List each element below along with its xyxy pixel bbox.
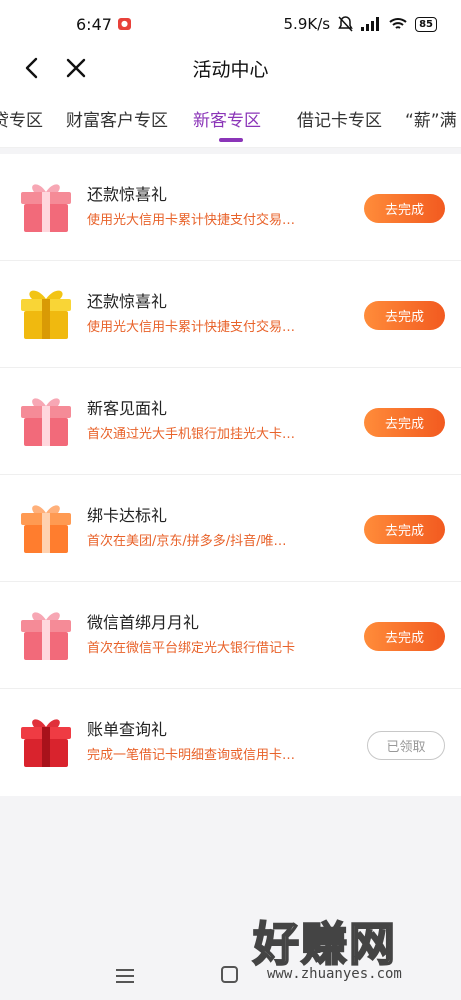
go-complete-button[interactable]: 去完成 [364, 622, 445, 651]
battery-level: 85 [415, 16, 437, 32]
close-icon[interactable] [64, 56, 88, 80]
list-item: 绑卡达标礼 首次在美团/京东/拼多多/抖音/唯… 去完成 [0, 475, 461, 582]
go-complete-button[interactable]: 去完成 [364, 515, 445, 544]
gold-gift-icon [16, 283, 76, 343]
go-complete-button[interactable]: 去完成 [364, 194, 445, 223]
pink-gift-icon [16, 390, 76, 450]
task-title: 新客见面礼 [87, 399, 168, 418]
task-title: 账单查询礼 [87, 720, 168, 739]
list-item: 新客见面礼 首次通过光大手机银行加挂光大卡… 去完成 [0, 368, 461, 475]
nav-bar: 活动中心 [0, 48, 461, 88]
list-item: 微信首绑月月礼 首次在微信平台绑定光大银行借记卡 去完成 [0, 582, 461, 689]
tab-new-customer[interactable]: 新客专区 [193, 106, 261, 131]
task-title: 绑卡达标礼 [87, 506, 168, 525]
tab-debit-card[interactable]: 借记卡专区 [297, 106, 382, 131]
notification-badge-icon: ● [117, 18, 131, 30]
status-time: 6:47 [76, 14, 112, 34]
active-tab-indicator [219, 138, 243, 142]
list-item: 还款惊喜礼 使用光大信用卡累计快捷支付交易… 去完成 [0, 154, 461, 261]
task-desc: 使用光大信用卡累计快捷支付交易… [87, 320, 296, 335]
network-speed: 5.9K/s [283, 15, 331, 33]
wifi-icon [389, 17, 407, 31]
task-desc: 使用光大信用卡累计快捷支付交易… [87, 213, 296, 228]
pink-gift-icon [16, 604, 76, 664]
watermark-url: www.zhuanyes.com [267, 966, 402, 982]
status-bar: 6:47 ● 5.9K/s 85 [0, 0, 461, 48]
tab-wealth[interactable]: 财富客户专区 [66, 106, 168, 131]
tab-loan[interactable]: 贷专区 [0, 106, 43, 131]
task-desc: 完成一笔借记卡明细查询或信用卡… [87, 748, 296, 763]
list-item: 账单查询礼 完成一笔借记卡明细查询或信用卡… 已领取 [0, 689, 461, 796]
claimed-button[interactable]: 已领取 [367, 731, 445, 760]
menu-icon[interactable] [116, 968, 134, 983]
pink-gift-icon [16, 176, 76, 236]
task-desc: 首次通过光大手机银行加挂光大卡… [87, 427, 296, 442]
orange-gift-icon [16, 497, 76, 557]
home-square-icon[interactable] [221, 966, 238, 983]
go-complete-button[interactable]: 去完成 [364, 408, 445, 437]
top-area: 6:47 ● 5.9K/s 85 活动中心 贷专区 财富客户专区 新 [0, 0, 461, 148]
task-title: 还款惊喜礼 [87, 185, 168, 204]
go-complete-button[interactable]: 去完成 [364, 301, 445, 330]
back-arrow-icon[interactable] [20, 56, 44, 80]
task-title: 微信首绑月月礼 [87, 613, 200, 632]
signal-icon [361, 17, 381, 31]
task-desc: 首次在美团/京东/拼多多/抖音/唯… [87, 534, 287, 549]
tab-salary[interactable]: “薪”满 [405, 106, 457, 131]
tab-bar: 贷专区 财富客户专区 新客专区 借记卡专区 “薪”满 [0, 88, 461, 148]
mute-bell-icon [338, 16, 353, 32]
red-gift-icon [16, 711, 76, 771]
watermark-logo: 好赚网 [252, 916, 397, 972]
task-title: 还款惊喜礼 [87, 292, 168, 311]
task-desc: 首次在微信平台绑定光大银行借记卡 [87, 641, 296, 656]
task-list: 还款惊喜礼 使用光大信用卡累计快捷支付交易… 去完成 还款惊喜礼 使用光大信用卡… [0, 154, 461, 796]
watermark: 好赚网 www.zhuanyes.com [252, 908, 443, 988]
list-item: 还款惊喜礼 使用光大信用卡累计快捷支付交易… 去完成 [0, 261, 461, 368]
